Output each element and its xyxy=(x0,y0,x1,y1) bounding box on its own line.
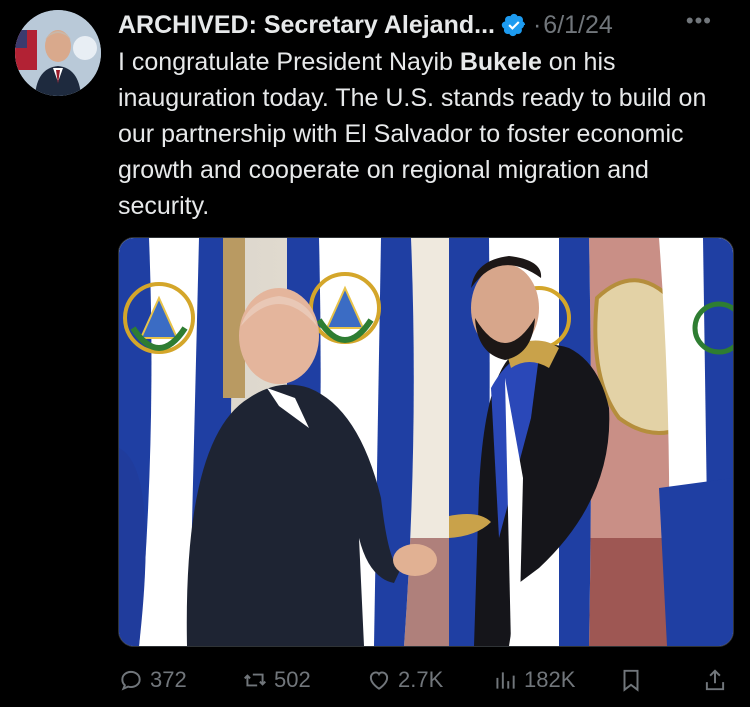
more-options-button[interactable]: ••• xyxy=(686,8,712,34)
bookmark-button[interactable] xyxy=(618,662,650,698)
verified-badge-icon xyxy=(501,13,526,37)
repost-button[interactable]: 502 xyxy=(242,662,311,698)
share-button[interactable] xyxy=(702,662,734,698)
separator-dot: · xyxy=(532,10,542,39)
heart-icon xyxy=(369,671,389,690)
tweet-header: ARCHIVED: Secretary Alejand... · 6/1/24 … xyxy=(118,8,730,42)
tweet-text-part: I congratulate President Nayib xyxy=(118,48,460,76)
repost-arrows-icon xyxy=(244,673,266,687)
tweet-photo[interactable] xyxy=(118,237,734,647)
avatar-image xyxy=(15,10,101,96)
post-date[interactable]: 6/1/24 xyxy=(543,11,613,40)
reply-button[interactable]: 372 xyxy=(118,662,187,698)
avatar[interactable] xyxy=(15,10,101,96)
like-count: 2.7K xyxy=(398,667,444,692)
tweet-text-bold: Bukele xyxy=(459,48,542,76)
tweet-text: I congratulate President Nayib Bukele on… xyxy=(118,44,728,224)
repost-count: 502 xyxy=(274,667,311,692)
reply-count: 372 xyxy=(150,667,187,692)
author-name[interactable]: ARCHIVED: Secretary Alejand... xyxy=(118,11,495,40)
like-button[interactable]: 2.7K xyxy=(366,662,443,698)
views-button[interactable]: 182K xyxy=(492,662,575,698)
view-count: 182K xyxy=(524,667,576,692)
speech-bubble-icon xyxy=(121,670,141,691)
photo-handshake-image xyxy=(119,238,733,646)
action-bar: 372 502 2.7K 182K xyxy=(118,662,730,698)
bookmark-icon xyxy=(623,669,639,692)
share-icon xyxy=(705,669,725,691)
bar-chart-icon xyxy=(496,672,515,689)
